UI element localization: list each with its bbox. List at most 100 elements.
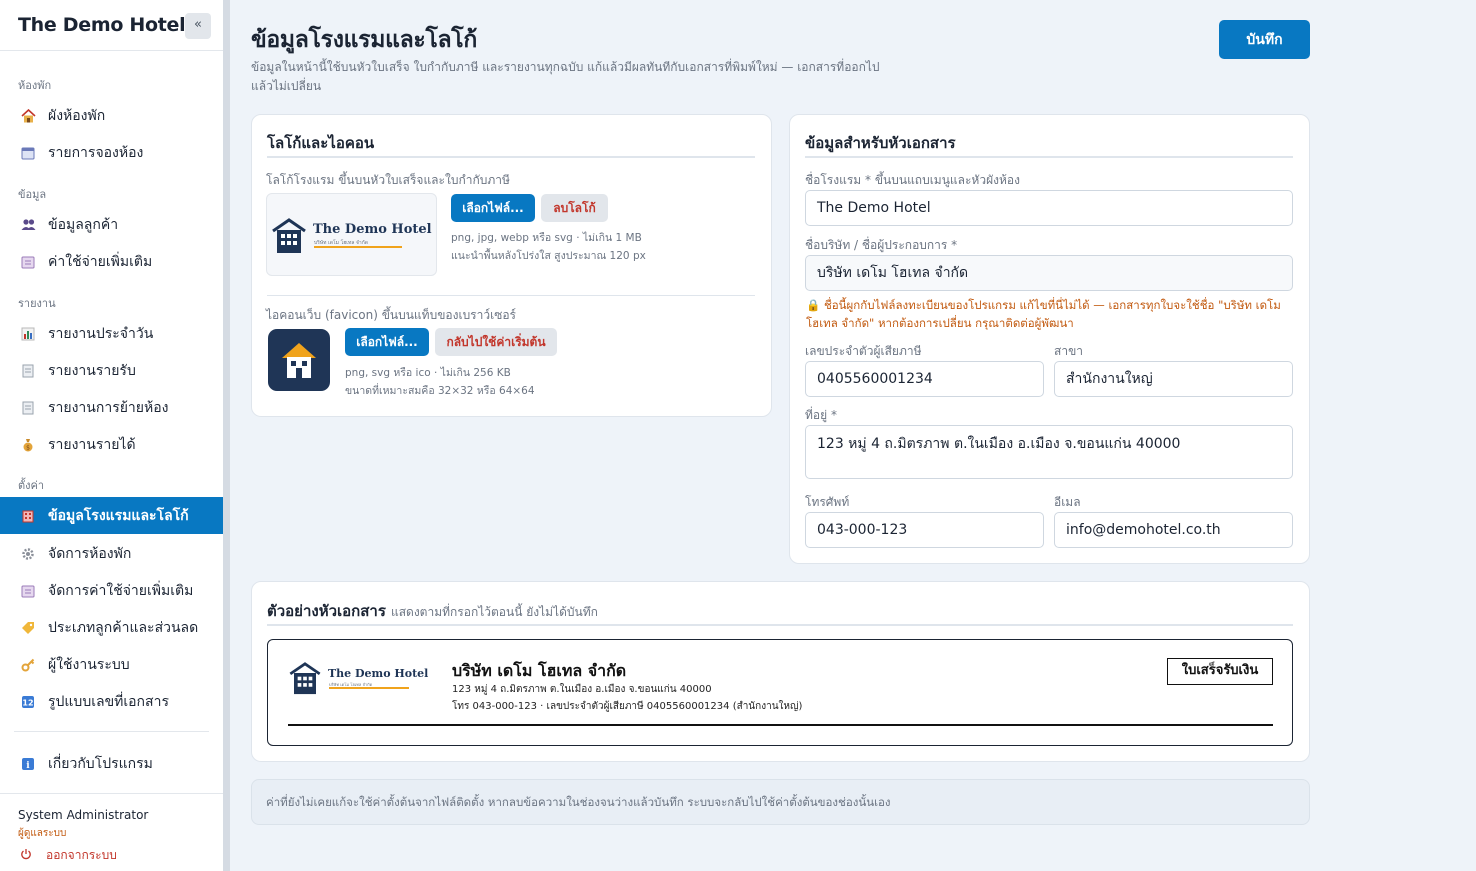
email-input[interactable]: info@demohotel.co.th — [1054, 512, 1293, 548]
divider — [805, 156, 1293, 158]
sidebar-scrollbar[interactable] — [223, 0, 230, 871]
sidebar-item-label: รายงานประจำวัน — [48, 325, 154, 342]
svg-text:12: 12 — [22, 698, 33, 707]
brand-title: The Demo Hotel — [18, 14, 186, 36]
sidebar: The Demo Hotel « ห้องพัก ผังห้องพัก รายก… — [0, 0, 223, 871]
divider — [267, 295, 755, 296]
address-textarea[interactable]: 123 หมู่ 4 ถ.มิตรภาพ ต.ในเมือง อ.เมือง จ… — [805, 425, 1293, 479]
divider — [267, 624, 1293, 626]
divider — [0, 50, 223, 51]
preview-logo-underline — [329, 687, 409, 689]
svg-text:i: i — [26, 761, 30, 771]
sidebar-item-label: ผังห้องพัก — [48, 107, 106, 124]
sidebar-item-label: ผู้ใช้งานระบบ — [48, 656, 130, 673]
page-title: ข้อมูลโรงแรมและโลโก้ — [251, 27, 477, 53]
sidebar-item-income-report[interactable]: $ รายงานรายได้ — [0, 426, 223, 463]
page-subtitle: ข้อมูลในหน้านี้ใช้บนหัวใบเสร็จ ใบกำกับภา… — [251, 60, 880, 93]
company-lock-warning: 🔒 ชื่อนี้ผูกกับไฟล์ลงทะเบียนของโปรแกรม แ… — [806, 298, 1281, 330]
sidebar-item-manage-charges[interactable]: จัดการค่าใช้จ่ายเพิ่มเติม — [0, 572, 223, 609]
divider — [267, 156, 755, 158]
sidebar-item-hotel-info[interactable]: ข้อมูลโรงแรมและโลโก้ — [0, 497, 223, 534]
sidebar-item-label: จัดการห้องพัก — [48, 545, 132, 562]
sidebar-item-daily-report[interactable]: รายงานประจำวัน — [0, 315, 223, 352]
email-label: อีเมล — [1054, 495, 1081, 509]
preview-rule — [288, 724, 1273, 726]
people-icon — [20, 217, 36, 233]
preview-card-heading: ตัวอย่างหัวเอกสาร แสดงตามที่กรอกไว้ตอนนี… — [267, 599, 598, 623]
footnote: ค่าที่ยังไม่เคยแก้จะใช้ค่าตั้งต้นจากไฟล์… — [251, 779, 1310, 825]
hotel-building-icon — [272, 218, 306, 253]
phone-label: โทรศัพท์ — [805, 495, 850, 509]
sidebar-item-customer-types[interactable]: ประเภทลูกค้าและส่วนลด — [0, 609, 223, 646]
preview-doc-type: ใบเสร็จรับเงิน — [1167, 658, 1273, 685]
section-data: ข้อมูล — [18, 188, 47, 201]
favicon-label-text: ไอคอนเว็บ (favicon) — [266, 308, 378, 322]
numbers-icon: 12 — [20, 694, 36, 710]
preview-company-name: บริษัท เดโม โฮเทล จำกัด — [452, 661, 627, 680]
choose-favicon-button[interactable]: เลือกไฟล์... — [345, 328, 429, 356]
sidebar-item-manage-rooms[interactable]: จัดการห้องพัก — [0, 535, 223, 572]
sidebar-item-label: รายงานรายได้ — [48, 436, 136, 453]
hotel-name-hint: ขึ้นบนแถบเมนูและหัวผังห้อง — [874, 173, 1020, 187]
hotel-building-icon — [289, 662, 321, 695]
tax-id-label: เลขประจำตัวผู้เสียภาษี — [805, 344, 922, 358]
sidebar-item-label: ข้อมูลลูกค้า — [48, 216, 119, 233]
company-input[interactable]: บริษัท เดโม โฮเทล จำกัด — [805, 255, 1293, 291]
divider — [0, 793, 223, 794]
logout-label: ออกจากระบบ — [46, 848, 117, 862]
collapse-sidebar-button[interactable]: « — [185, 13, 211, 39]
section-reports: รายงาน — [18, 297, 56, 310]
logo-preview: The Demo Hotel บริษัท เดโม โฮเทล จำกัด — [266, 193, 437, 276]
logo-note-2: แนะนำพื้นหลังโปร่งใส สูงประมาณ 120 px — [451, 250, 646, 262]
favicon-note-1: png, svg หรือ ico · ไม่เกิน 256 KB — [345, 367, 511, 379]
logout-button[interactable]: ออกจากระบบ — [20, 846, 117, 865]
address-label: ที่อยู่ * — [805, 408, 837, 422]
logo-name: The Demo Hotel — [313, 222, 432, 237]
receipt-icon — [20, 583, 36, 599]
power-icon — [20, 848, 32, 863]
logo-underline — [314, 246, 402, 248]
section-settings: ตั้งค่า — [18, 479, 45, 492]
phone-input[interactable]: 043-000-123 — [805, 512, 1044, 548]
sidebar-item-label: จัดการค่าใช้จ่ายเพิ่มเติม — [48, 582, 194, 599]
sidebar-item-label: รายงานการย้ายห้อง — [48, 399, 169, 416]
sidebar-item-label: รายงานรายรับ — [48, 362, 136, 379]
preview-address: 123 หมู่ 4 ถ.มิตรภาพ ต.ในเมือง อ.เมือง จ… — [452, 684, 712, 695]
gear-icon — [20, 546, 36, 562]
preview-card-title: ตัวอย่างหัวเอกสาร — [267, 602, 386, 620]
calendar-icon — [20, 145, 36, 161]
sidebar-item-about[interactable]: i เกี่ยวกับโปรแกรม — [0, 745, 223, 782]
tax-id-input[interactable]: 0405560001234 — [805, 361, 1044, 397]
document-icon — [20, 400, 36, 416]
reset-favicon-button[interactable]: กลับไปใช้ค่าเริ่มต้น — [435, 328, 557, 356]
hotel-name-label: ชื่อโรงแรม * ขึ้นบนแถบเมนูและหัวผังห้อง — [805, 171, 1020, 190]
preview-logo-name: The Demo Hotel — [328, 667, 429, 680]
sidebar-item-room-move-report[interactable]: รายงานการย้ายห้อง — [0, 389, 223, 426]
logo-label: โลโก้โรงแรม ขึ้นบนหัวใบเสร็จและใบกำกับภา… — [266, 171, 510, 190]
hotel-icon — [20, 508, 36, 524]
choose-logo-button[interactable]: เลือกไฟล์... — [451, 194, 535, 222]
sidebar-item-users[interactable]: ผู้ใช้งานระบบ — [0, 646, 223, 683]
sidebar-item-extra-charges[interactable]: ค่าใช้จ่ายเพิ่มเติม — [0, 243, 223, 280]
hotel-name-input[interactable]: The Demo Hotel — [805, 190, 1293, 226]
logo-card-title: โลโก้และไอคอน — [267, 134, 375, 152]
sidebar-item-doc-numbers[interactable]: 12 รูปแบบเลขที่เอกสาร — [0, 683, 223, 720]
favicon-label: ไอคอนเว็บ (favicon) ขึ้นบนแท็บของเบราว์เ… — [266, 306, 516, 325]
save-button[interactable]: บันทึก — [1219, 20, 1310, 59]
branch-input[interactable]: สำนักงานใหญ่ — [1054, 361, 1293, 397]
sidebar-item-bookings[interactable]: รายการจองห้อง — [0, 134, 223, 171]
user-name: System Administrator — [18, 808, 149, 822]
sidebar-item-room-map[interactable]: ผังห้องพัก — [0, 97, 223, 134]
favicon-preview — [268, 329, 330, 391]
company-label: ชื่อบริษัท / ชื่อผู้ประกอบการ * — [805, 238, 958, 252]
logo-hint: ขึ้นบนหัวใบเสร็จและใบกำกับภาษี — [338, 173, 510, 187]
preview-card-hint: แสดงตามที่กรอกไว้ตอนนี้ ยังไม่ได้บันทึก — [390, 605, 598, 619]
section-rooms: ห้องพัก — [18, 79, 52, 92]
sidebar-item-receipts-report[interactable]: รายงานรายรับ — [0, 352, 223, 389]
remove-logo-button[interactable]: ลบโลโก้ — [541, 194, 608, 222]
house-icon — [20, 108, 36, 124]
sidebar-item-customers[interactable]: ข้อมูลลูกค้า — [0, 206, 223, 243]
preview-contact: โทร 043-000-123 · เลขประจำตัวผู้เสียภาษี… — [452, 701, 803, 712]
tag-icon — [20, 620, 36, 636]
sidebar-item-label: รูปแบบเลขที่เอกสาร — [48, 693, 169, 710]
